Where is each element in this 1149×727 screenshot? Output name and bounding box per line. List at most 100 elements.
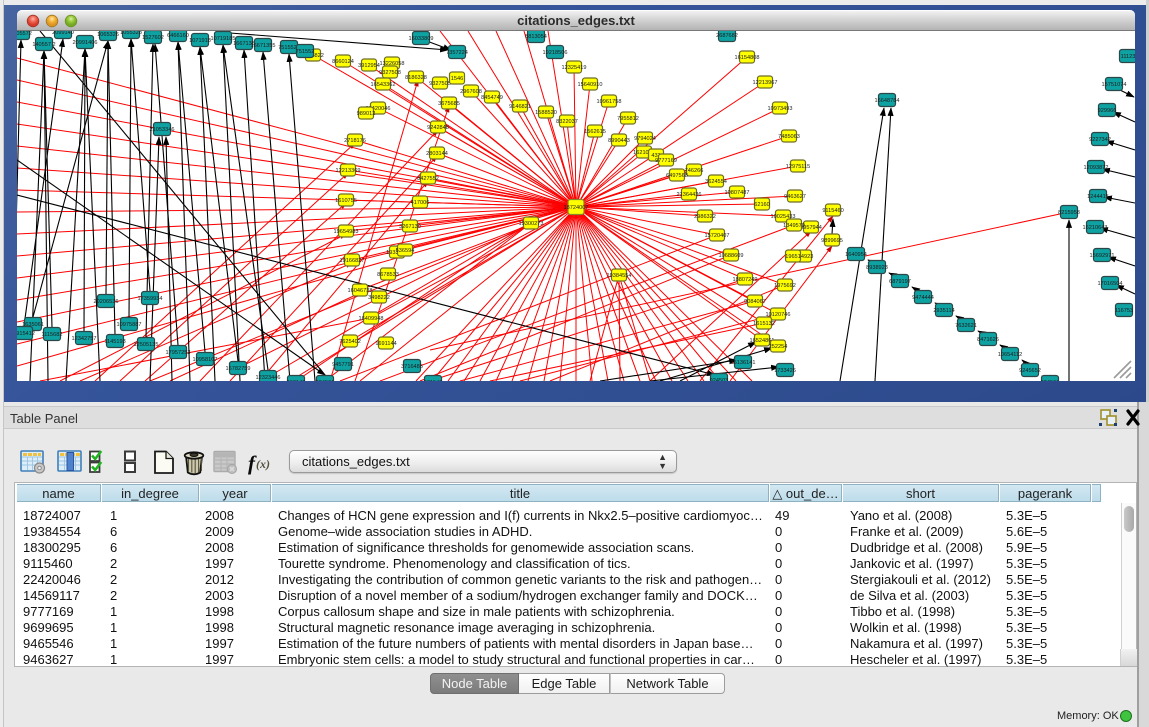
svg-text:9146821: 9146821 xyxy=(509,104,531,110)
svg-text:963142: 963142 xyxy=(287,380,306,381)
svg-text:8660124: 8660124 xyxy=(332,59,354,65)
svg-text:10807487: 10807487 xyxy=(725,190,750,196)
svg-text:18807249: 18807249 xyxy=(733,277,758,283)
svg-text:8186328: 8186328 xyxy=(405,75,427,81)
svg-text:16409948: 16409948 xyxy=(359,316,384,322)
svg-text:12342757: 12342757 xyxy=(72,336,97,342)
svg-text:16154808: 16154808 xyxy=(735,55,760,61)
svg-text:9457791: 9457791 xyxy=(332,362,354,368)
svg-text:10958107: 10958107 xyxy=(193,357,218,363)
svg-text:2986322: 2986322 xyxy=(694,214,716,220)
svg-text:12505135: 12505135 xyxy=(134,342,159,348)
svg-text:751552: 751552 xyxy=(296,49,315,55)
svg-text:924503: 924503 xyxy=(710,378,729,381)
svg-text:11123: 11123 xyxy=(1121,54,1135,60)
svg-text:8454749: 8454749 xyxy=(481,95,503,101)
svg-text:1546: 1546 xyxy=(451,76,463,82)
svg-text:2803144: 2803144 xyxy=(426,151,448,157)
svg-text:12975115: 12975115 xyxy=(786,164,810,170)
svg-text:8678533: 8678533 xyxy=(377,272,399,278)
svg-text:9463627: 9463627 xyxy=(784,194,806,200)
svg-text:3716485: 3716485 xyxy=(401,364,423,370)
svg-text:7625402: 7625402 xyxy=(339,339,361,345)
svg-text:9899695: 9899695 xyxy=(821,238,843,244)
svg-text:15136141: 15136141 xyxy=(731,360,756,366)
svg-text:9777169: 9777169 xyxy=(655,158,677,164)
svg-text:8938923: 8938923 xyxy=(866,265,888,271)
svg-text:3498222: 3498222 xyxy=(368,295,390,301)
svg-text:924561: 924561 xyxy=(1041,380,1060,381)
svg-text:3915412: 3915412 xyxy=(17,331,35,337)
svg-text:16543362: 16543362 xyxy=(371,82,396,88)
svg-text:19218506: 19218506 xyxy=(543,50,568,56)
svg-text:1975692: 1975692 xyxy=(774,283,796,289)
svg-text:19651: 19651 xyxy=(785,254,801,260)
svg-text:10961758: 10961758 xyxy=(597,99,622,105)
svg-text:1349579: 1349579 xyxy=(783,223,805,229)
svg-text:62160: 62160 xyxy=(754,202,770,208)
svg-text:1527602: 1527602 xyxy=(142,35,164,41)
svg-text:2099140: 2099140 xyxy=(52,31,74,36)
svg-text:252254: 252254 xyxy=(769,344,788,350)
svg-text:929966: 929966 xyxy=(1098,108,1117,114)
svg-text:9227342: 9227342 xyxy=(1089,137,1111,143)
svg-text:417006: 417006 xyxy=(411,200,430,206)
svg-text:8215958: 8215958 xyxy=(1058,210,1080,216)
svg-text:12213369: 12213369 xyxy=(336,168,361,174)
svg-text:8322037: 8322037 xyxy=(556,119,578,125)
svg-text:15692971: 15692971 xyxy=(1090,253,1115,259)
svg-text:1145193: 1145193 xyxy=(104,339,125,345)
svg-text:17957253: 17957253 xyxy=(166,350,191,356)
svg-text:3912954: 3912954 xyxy=(358,63,380,69)
svg-text:(x): (x) xyxy=(256,457,270,471)
svg-text:2967608: 2967608 xyxy=(460,89,482,95)
svg-text:3675685: 3675685 xyxy=(438,101,460,107)
svg-text:17016504: 17016504 xyxy=(1098,281,1123,287)
svg-text:15640910: 15640910 xyxy=(578,82,603,88)
svg-text:18724007: 18724007 xyxy=(564,205,589,211)
svg-text:10688609: 10688609 xyxy=(719,253,744,259)
svg-text:1640954: 1640954 xyxy=(845,252,867,258)
svg-text:1610755: 1610755 xyxy=(335,198,357,204)
svg-text:1562615: 1562615 xyxy=(584,129,606,135)
svg-text:8471626: 8471626 xyxy=(977,337,999,343)
svg-text:10654112: 10654112 xyxy=(998,352,1022,358)
svg-text:9327508: 9327508 xyxy=(379,70,401,76)
svg-text:12093872: 12093872 xyxy=(1084,165,1109,171)
svg-text:6497568: 6497568 xyxy=(666,173,688,179)
svg-text:10719185: 10719185 xyxy=(211,36,236,42)
svg-text:2935114: 2935114 xyxy=(933,308,954,314)
svg-text:2718176: 2718176 xyxy=(344,138,366,144)
svg-text:924501: 924501 xyxy=(316,380,335,381)
svg-text:19300273: 19300273 xyxy=(519,221,544,227)
svg-text:6466160: 6466160 xyxy=(167,33,189,39)
svg-text:9327505: 9327505 xyxy=(429,81,451,87)
svg-text:19384554: 19384554 xyxy=(607,273,632,279)
svg-text:21364436: 21364436 xyxy=(677,192,702,198)
svg-text:17359934: 17359934 xyxy=(138,296,163,302)
svg-text:10975887: 10975887 xyxy=(117,322,142,328)
svg-text:9245652: 9245652 xyxy=(1019,368,1041,374)
svg-text:16210643: 16210643 xyxy=(1083,225,1108,231)
svg-text:3624554: 3624554 xyxy=(705,179,727,185)
svg-text:9115460: 9115460 xyxy=(822,208,843,214)
svg-text:12213967: 12213967 xyxy=(753,80,778,86)
svg-text:1065326: 1065326 xyxy=(97,32,119,38)
svg-text:3267130: 3267130 xyxy=(399,224,421,230)
svg-text:1691144: 1691144 xyxy=(375,341,396,347)
svg-text:1071918: 1071918 xyxy=(189,38,211,44)
svg-text:19654983: 19654983 xyxy=(334,229,359,235)
svg-text:8990443: 8990443 xyxy=(608,138,630,144)
svg-text:989012: 989012 xyxy=(357,111,376,117)
svg-text:20206536: 20206536 xyxy=(94,299,119,305)
svg-text:16033809: 16033809 xyxy=(409,36,434,42)
svg-text:9084067: 9084067 xyxy=(744,299,766,305)
svg-text:2687682: 2687682 xyxy=(716,33,738,39)
svg-text:16782759: 16782759 xyxy=(226,366,251,372)
svg-text:8813054: 8813054 xyxy=(525,34,547,40)
svg-text:8427552: 8427552 xyxy=(417,176,439,182)
svg-text:15751074: 15751074 xyxy=(1102,82,1127,88)
svg-text:536594: 536594 xyxy=(396,248,415,254)
svg-text:1588520: 1588520 xyxy=(535,110,557,116)
svg-text:12323446: 12323446 xyxy=(256,375,281,381)
